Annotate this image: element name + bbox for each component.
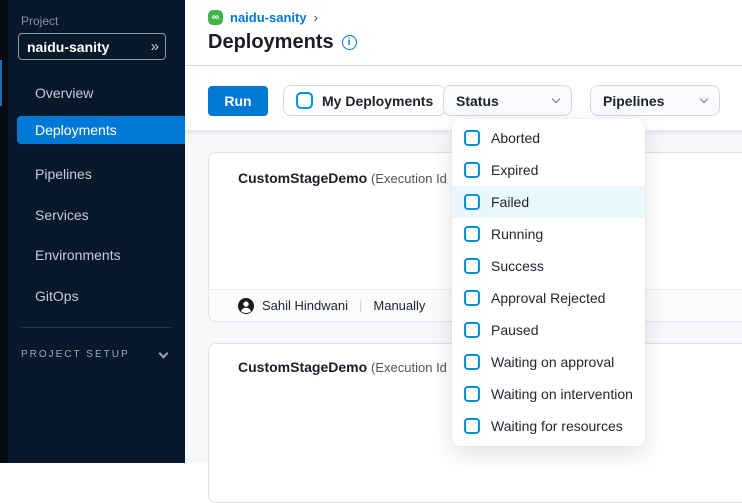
- execution-id-note: (Execution Id: [371, 360, 447, 375]
- my-deployments-toggle[interactable]: My Deployments: [283, 85, 446, 116]
- menu-item-expired[interactable]: Expired: [452, 154, 645, 186]
- checkbox[interactable]: [464, 290, 480, 306]
- sidebar-item-overview[interactable]: Overview: [17, 79, 185, 107]
- module-nav-strip: [0, 0, 8, 463]
- menu-item-label: Waiting on intervention: [491, 386, 633, 402]
- module-indicator: [0, 60, 2, 106]
- project-selector[interactable]: naidu-sanity »: [18, 33, 166, 60]
- chevron-down-icon: [159, 348, 169, 358]
- menu-item-waiting-for-resources[interactable]: Waiting for resources: [452, 410, 645, 442]
- sidebar-divider: [21, 327, 172, 328]
- sidebar-item-pipelines[interactable]: Pipelines: [17, 160, 185, 188]
- user-avatar-icon: [238, 298, 254, 314]
- page-header: ∞ naidu-sanity › Deployments i: [185, 0, 742, 66]
- menu-item-waiting-on-approval[interactable]: Waiting on approval: [452, 346, 645, 378]
- status-filter-label: Status: [456, 93, 499, 109]
- pipeline-name[interactable]: CustomStageDemo: [238, 170, 367, 186]
- run-button[interactable]: Run: [208, 86, 268, 116]
- deployment-title: CustomStageDemo (Execution Id: [238, 359, 447, 375]
- menu-item-label: Approval Rejected: [491, 290, 605, 306]
- menu-item-paused[interactable]: Paused: [452, 314, 645, 346]
- sidebar-item-project-setup[interactable]: PROJECT SETUP: [21, 349, 167, 360]
- checkbox[interactable]: [464, 226, 480, 242]
- status-filter-dropdown[interactable]: Status: [443, 85, 572, 116]
- checkbox[interactable]: [464, 162, 480, 178]
- checkbox[interactable]: [464, 386, 480, 402]
- sidebar-item-deployments[interactable]: Deployments: [17, 116, 185, 144]
- menu-item-label: Failed: [491, 194, 529, 210]
- chevron-down-icon: [700, 95, 708, 103]
- checkbox[interactable]: [464, 354, 480, 370]
- pipelines-filter-dropdown[interactable]: Pipelines: [590, 85, 720, 116]
- my-deployments-label: My Deployments: [322, 93, 433, 109]
- breadcrumb-project-link[interactable]: naidu-sanity: [230, 10, 307, 25]
- menu-item-running[interactable]: Running: [452, 218, 645, 250]
- page-title: Deployments: [208, 31, 334, 54]
- menu-item-label: Running: [491, 226, 543, 242]
- menu-item-aborted[interactable]: Aborted: [452, 122, 645, 154]
- sidebar-item-services[interactable]: Services: [17, 201, 185, 229]
- trigger-type: Manually: [373, 298, 425, 313]
- checkbox[interactable]: [464, 258, 480, 274]
- menu-item-label: Expired: [491, 162, 538, 178]
- checkbox[interactable]: [464, 194, 480, 210]
- cd-module-icon: ∞: [208, 10, 223, 25]
- menu-item-label: Aborted: [491, 130, 540, 146]
- project-label: Project: [21, 14, 58, 28]
- menu-item-waiting-on-intervention[interactable]: Waiting on intervention: [452, 378, 645, 410]
- footer-divider: |: [356, 298, 365, 313]
- menu-item-label: Success: [491, 258, 544, 274]
- title-row: Deployments i: [208, 31, 357, 54]
- breadcrumb: ∞ naidu-sanity ›: [208, 10, 318, 25]
- checkbox[interactable]: [464, 130, 480, 146]
- breadcrumb-chevron-icon: ›: [314, 10, 318, 25]
- expand-sidebar-icon[interactable]: »: [151, 38, 157, 55]
- project-name: naidu-sanity: [27, 39, 109, 55]
- my-deployments-checkbox[interactable]: [296, 92, 313, 109]
- info-icon[interactable]: i: [342, 35, 357, 50]
- menu-item-failed[interactable]: Failed: [452, 186, 645, 218]
- project-sidebar: Project naidu-sanity » Overview Deployme…: [8, 0, 185, 463]
- menu-item-label: Waiting on approval: [491, 354, 614, 370]
- sidebar-item-gitops[interactable]: GitOps: [17, 282, 185, 310]
- deployment-title: CustomStageDemo (Execution Id: [238, 170, 447, 186]
- checkbox[interactable]: [464, 322, 480, 338]
- menu-item-label: Paused: [491, 322, 538, 338]
- execution-id-note: (Execution Id: [371, 171, 447, 186]
- sidebar-item-environments[interactable]: Environments: [17, 241, 185, 269]
- menu-item-approval-rejected[interactable]: Approval Rejected: [452, 282, 645, 314]
- pipeline-name[interactable]: CustomStageDemo: [238, 359, 367, 375]
- menu-item-label: Waiting for resources: [491, 418, 623, 434]
- menu-item-success[interactable]: Success: [452, 250, 645, 282]
- checkbox[interactable]: [464, 418, 480, 434]
- triggered-by-user: Sahil Hindwani: [262, 298, 348, 313]
- chevron-down-icon: [552, 95, 560, 103]
- status-filter-menu: Aborted Expired Failed Running Success A…: [452, 119, 645, 446]
- project-setup-label: PROJECT SETUP: [21, 349, 130, 360]
- pipelines-filter-label: Pipelines: [603, 93, 664, 109]
